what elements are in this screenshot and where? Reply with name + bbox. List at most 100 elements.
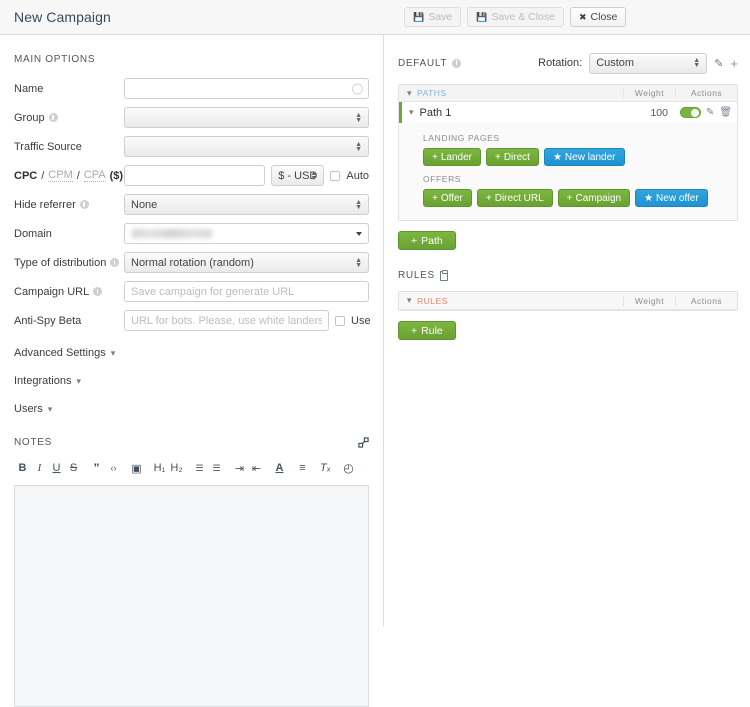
new-lander-button[interactable]: ★ New lander [543,148,625,166]
path-row-label: Path 1 [419,106,452,119]
path-enabled-toggle[interactable] [679,107,701,118]
group-label: Group [14,112,124,124]
type-of-distribution-label: Type of distribution [14,257,124,269]
add-path-button[interactable]: + Path [398,231,456,250]
paths-header-name-cell: ▾ PATHS [399,88,623,99]
blockquote-icon[interactable]: ” [88,460,105,476]
paths-header-label: PATHS [417,88,447,98]
anti-spy-control: Use [124,310,371,331]
save-button[interactable]: 💾 Save [404,7,462,27]
add-direct-url-button[interactable]: + Direct URL [476,189,553,207]
campaign-editor-page: New Campaign 💾 Save 💾 Save & Close ✖ Clo… [0,0,750,707]
hide-referrer-select[interactable]: None ▲ ▼ [124,194,369,215]
add-direct-url-label: Direct URL [494,192,544,204]
paths-header-actions: Actions [675,88,737,98]
type-of-distribution-select[interactable]: Normal rotation (random) ▲ ▼ [124,252,369,273]
field-row-traffic-source: Traffic Source ▲ ▼ [14,136,369,157]
left-column: MAIN OPTIONS Name Group ▲ ▼ Traffic Sour… [0,35,384,707]
text-color-icon[interactable]: A [271,460,288,476]
users-label: Users [14,403,43,415]
cpc-label-cpa[interactable]: CPA [83,169,106,182]
chevron-down-icon[interactable]: ▾ [407,295,412,306]
underline-icon[interactable]: U [48,460,65,476]
plus-icon: + [485,192,492,204]
campaign-url-label: Campaign URL [14,286,124,298]
history-icon[interactable]: ◴ [340,460,357,476]
image-icon[interactable]: ▣ [128,460,145,476]
help-icon[interactable] [452,58,462,68]
chevron-down-icon[interactable]: ▾ [407,88,412,99]
traffic-source-select[interactable]: ▲ ▼ [124,136,369,157]
integrations-toggle[interactable]: Integrations ▾ [14,375,81,387]
help-icon[interactable] [79,200,89,209]
help-icon[interactable] [93,287,103,296]
group-control: ▲ ▼ [124,107,369,128]
cpc-label-cpm[interactable]: CPM [48,169,73,182]
integrations-label: Integrations [14,375,72,387]
add-rule-button[interactable]: + Rule [398,321,456,340]
plus-icon[interactable]: + [730,57,738,70]
help-icon[interactable] [110,258,120,267]
domain-select[interactable] [124,223,369,244]
add-lander-button[interactable]: + Lander [423,148,481,166]
add-campaign-button[interactable]: + Campaign [557,189,631,207]
save-and-close-button-label: Save & Close [491,11,555,23]
advanced-settings-label: Advanced Settings [14,347,106,359]
outdent-icon[interactable]: ⇤ [248,460,265,476]
rules-panel-header: RULES [398,269,738,281]
indent-icon[interactable]: ⇥ [231,460,248,476]
anti-spy-use-label[interactable]: Use [351,315,371,327]
expand-arrows-icon[interactable] [358,437,369,448]
save-and-close-button[interactable]: 💾 Save & Close [467,7,564,27]
bold-icon[interactable]: B [14,460,31,476]
align-icon[interactable]: ≡ [294,460,311,476]
domain-redacted-value [132,229,212,238]
anti-spy-input[interactable] [124,310,329,331]
rules-header-actions: Actions [675,295,737,306]
strikethrough-icon[interactable]: S [65,460,82,476]
spinner-arrows-icon: ▲ ▼ [355,256,362,269]
auto-checkbox-label[interactable]: Auto [346,170,369,182]
anti-spy-use-checkbox[interactable] [335,315,345,326]
chevron-down-icon[interactable]: ▾ [409,107,414,118]
users-toggle[interactable]: Users ▾ [14,403,52,415]
default-panel-title: DEFAULT [398,57,448,69]
heading-1-icon[interactable]: H₁ [151,460,168,476]
add-direct-label: Direct [503,151,530,163]
clear-format-icon[interactable]: Tₓ [317,460,334,476]
clipboard-icon[interactable] [439,269,449,281]
new-offer-button[interactable]: ★ New offer [635,189,708,207]
help-icon[interactable] [48,113,58,122]
cpc-value-input[interactable] [124,165,266,186]
chevron-down-icon: ▾ [47,403,53,414]
notes-editor-area[interactable] [14,485,369,707]
currency-select[interactable]: $ - USD ▲ ▼ [271,165,325,186]
spinner-arrows-icon: ▲ ▼ [310,169,318,182]
name-input[interactable] [124,78,369,99]
campaign-url-label-text: Campaign URL [14,285,90,298]
rules-panel-title: RULES [398,270,435,281]
campaign-url-input[interactable] [124,281,369,302]
table-row[interactable]: ▾ Path 1 100 ✎ 🗑 [399,102,737,123]
rules-header-name-cell: ▾ RULES [399,295,623,306]
add-offer-button[interactable]: + Offer [423,189,472,207]
pencil-icon[interactable]: ✎ [706,107,714,118]
main-options-title: MAIN OPTIONS [14,54,96,65]
italic-icon[interactable]: I [31,460,48,476]
unordered-list-icon[interactable]: ☰ [208,460,225,476]
trash-icon[interactable]: 🗑 [719,107,732,118]
close-button[interactable]: ✖ Close [570,7,627,27]
pencil-icon[interactable]: ✎ [714,57,723,70]
add-lander-label: Lander [440,151,472,163]
group-select[interactable]: ▲ ▼ [124,107,369,128]
add-direct-button[interactable]: + Direct [485,148,539,166]
advanced-settings-toggle[interactable]: Advanced Settings ▾ [14,347,115,359]
notes-label: NOTES [14,437,52,448]
spinner-arrows-icon: ▲ ▼ [355,198,362,211]
floppy-disk-icon: 💾 [413,11,425,22]
code-icon[interactable]: ‹› [105,460,122,476]
auto-checkbox[interactable] [330,170,341,181]
rotation-select[interactable]: Custom ▲ ▼ [589,52,708,74]
ordered-list-icon[interactable]: ☰ [191,460,208,476]
heading-2-icon[interactable]: H₂ [168,460,185,476]
